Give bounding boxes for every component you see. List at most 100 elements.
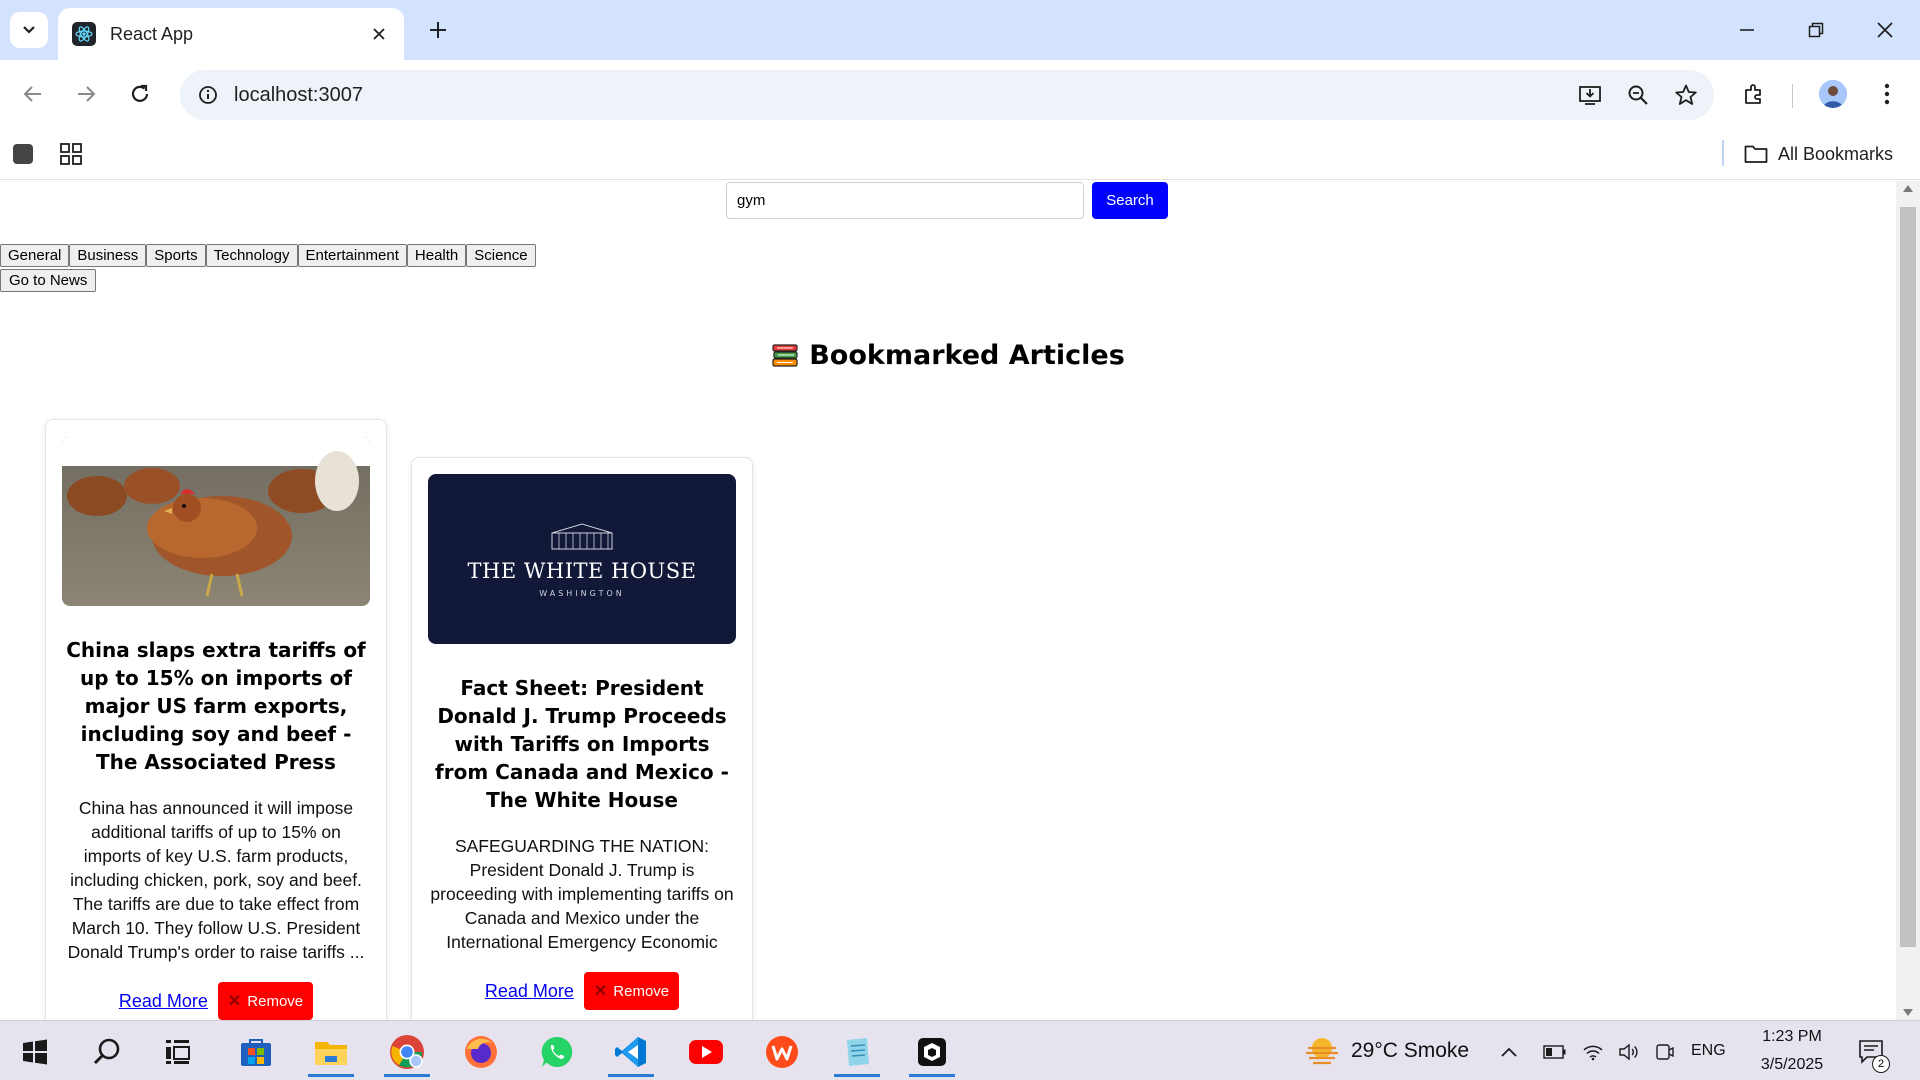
extensions-icon[interactable] (1734, 74, 1774, 114)
scrollbar-thumb[interactable] (1900, 207, 1916, 947)
read-more-link[interactable]: Read More (485, 981, 574, 1002)
minimize-icon (1740, 29, 1754, 31)
scroll-up-arrow-icon[interactable] (1903, 185, 1913, 192)
chevron-up-icon[interactable] (1492, 1029, 1526, 1075)
profile-avatar[interactable] (1813, 74, 1853, 114)
language-indicator[interactable]: ENG (1691, 1021, 1726, 1080)
bookmark-app-icon[interactable] (7, 138, 39, 170)
image-subtitle-text: WASHINGTON (539, 588, 625, 598)
tab-title: React App (110, 23, 194, 44)
battery-icon[interactable] (1538, 1029, 1572, 1075)
browser-tab[interactable]: React App (58, 8, 404, 60)
microsoft-store-icon[interactable] (229, 1029, 283, 1075)
react-logo-icon (72, 22, 96, 46)
category-business-button[interactable]: Business (69, 244, 147, 267)
notification-center-button[interactable]: 2 (1852, 1029, 1892, 1075)
search-input[interactable] (726, 182, 1084, 219)
haze-weather-icon (1306, 1038, 1338, 1065)
forward-button[interactable] (66, 74, 106, 114)
category-entertainment-button[interactable]: Entertainment (297, 244, 407, 267)
remove-button[interactable]: ✕ Remove (583, 972, 680, 1010)
category-science-button[interactable]: Science (466, 244, 536, 267)
bookmarks-divider (1722, 140, 1724, 166)
article-image: THE WHITE HOUSE WASHINGTON (428, 474, 736, 644)
close-icon (1877, 22, 1893, 38)
more-vertical-icon (1884, 83, 1890, 105)
clock-time: 1:23 PM (1762, 1028, 1822, 1045)
restore-button[interactable] (1796, 10, 1836, 50)
image-title-text: THE WHITE HOUSE (467, 558, 697, 583)
remove-label: Remove (613, 982, 670, 1000)
reload-button[interactable] (120, 74, 160, 114)
address-bar[interactable]: localhost:3007 (180, 70, 1714, 120)
camera-icon[interactable] (1648, 1029, 1682, 1075)
article-description: China has announced it will impose addit… (67, 798, 365, 962)
clock[interactable]: 1:23 PM 3/5/2025 (1752, 1021, 1832, 1080)
wps-office-icon[interactable] (755, 1029, 809, 1075)
new-tab-button[interactable] (420, 12, 456, 48)
white-house-emblem-icon (551, 522, 613, 549)
browser-toolbar: localhost:3007 (0, 60, 1920, 128)
close-icon (373, 28, 385, 40)
weather-text: 29°C Smoke (1351, 1039, 1470, 1062)
windows-start-icon[interactable] (8, 1029, 62, 1075)
article-actions: Read More ✕ Remove (428, 972, 736, 1010)
minimize-button[interactable] (1727, 10, 1767, 50)
page-title-text: Bookmarked Articles (809, 340, 1125, 371)
arrow-right-icon (78, 86, 96, 102)
url-text[interactable]: localhost:3007 (234, 84, 1570, 107)
back-button[interactable] (13, 74, 53, 114)
bookmarks-bar: All Bookmarks (0, 128, 1920, 180)
page-scrollbar[interactable] (1896, 181, 1920, 1020)
browser-tab-bar: React App (0, 0, 1920, 60)
wifi-icon[interactable] (1576, 1029, 1610, 1075)
all-bookmarks-button[interactable]: All Bookmarks (1744, 138, 1893, 170)
article-title: China slaps extra tariffs of up to 15% o… (66, 638, 366, 774)
search-button[interactable]: Search (1092, 182, 1168, 219)
volume-icon[interactable] (1612, 1029, 1646, 1075)
firefox-icon[interactable] (454, 1029, 508, 1075)
remove-label: Remove (247, 992, 304, 1010)
category-sports-button[interactable]: Sports (146, 244, 206, 267)
restore-icon (1808, 22, 1824, 38)
window-close-button[interactable] (1865, 10, 1905, 50)
tab-close-button[interactable] (364, 19, 394, 49)
remove-button[interactable]: ✕ Remove (217, 982, 314, 1020)
youtube-icon[interactable] (679, 1029, 733, 1075)
toolbar-divider (1792, 84, 1793, 108)
cross-mark-icon: ✕ (227, 993, 242, 1010)
tab-search-button[interactable] (10, 12, 48, 48)
article-image (62, 436, 370, 606)
read-more-link[interactable]: Read More (119, 991, 208, 1012)
arrow-left-icon (23, 86, 41, 102)
zoom-icon[interactable] (1618, 75, 1658, 115)
task-view-icon[interactable] (152, 1029, 206, 1075)
article-title: Fact Sheet: President Donald J. Trump Pr… (435, 676, 729, 812)
article-card: THE WHITE HOUSE WASHINGTON Fact Sheet: P… (411, 457, 753, 1020)
apps-grid-icon[interactable] (55, 138, 87, 170)
page-title: Bookmarked Articles (0, 340, 1896, 371)
category-buttons: General Business Sports Technology Enter… (0, 244, 536, 267)
all-bookmarks-label: All Bookmarks (1778, 143, 1894, 164)
install-app-icon[interactable] (1570, 75, 1610, 115)
whatsapp-icon[interactable] (530, 1029, 584, 1075)
category-technology-button[interactable]: Technology (205, 244, 298, 267)
scroll-down-arrow-icon[interactable] (1903, 1009, 1913, 1016)
clock-date: 3/5/2025 (1760, 1056, 1824, 1073)
chrome-icon[interactable] (380, 1029, 434, 1077)
go-to-news-button[interactable]: Go to News (0, 269, 97, 292)
file-explorer-icon[interactable] (304, 1029, 358, 1077)
category-general-button[interactable]: General (0, 244, 70, 267)
notepad-icon[interactable] (830, 1029, 884, 1077)
weather-widget[interactable]: 29°C Smoke (1305, 1021, 1469, 1080)
bookmark-star-icon[interactable] (1666, 75, 1706, 115)
search-icon[interactable] (80, 1029, 134, 1075)
category-health-button[interactable]: Health (406, 244, 467, 267)
vscode-icon[interactable] (604, 1029, 658, 1077)
terminal-app-icon[interactable] (905, 1029, 959, 1077)
notification-count-badge: 2 (1872, 1055, 1890, 1073)
cross-mark-icon: ✕ (593, 983, 608, 1000)
site-info-icon[interactable] (192, 79, 224, 111)
reload-icon (131, 84, 149, 102)
browser-menu-button[interactable] (1867, 74, 1907, 114)
